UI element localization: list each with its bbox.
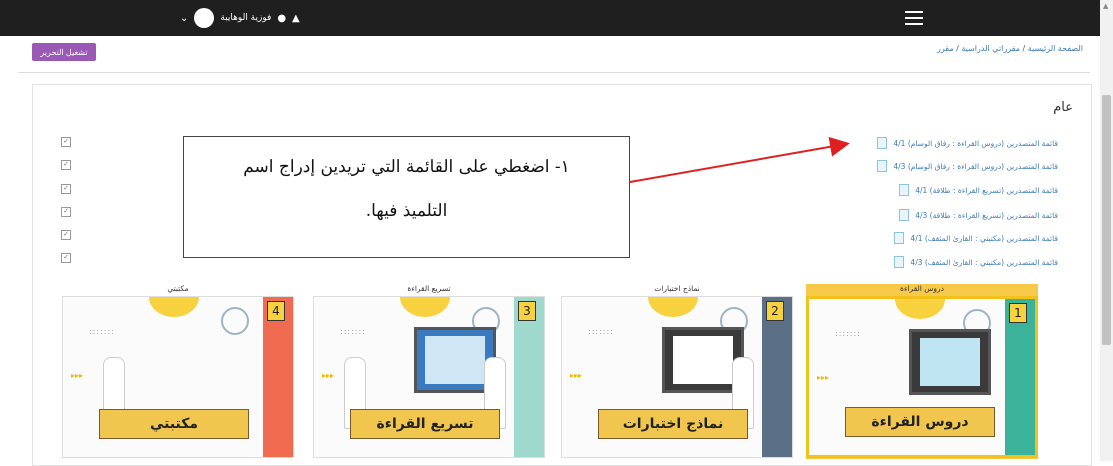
avatar[interactable] xyxy=(194,8,215,28)
divider xyxy=(18,72,1090,73)
tile-image[interactable]: 1 ::::::: ▸▸▸ دروس القراءة xyxy=(806,296,1038,458)
tile-image[interactable]: 2 ::::::: ▸▸▸ نماذج اختبارات xyxy=(561,296,793,458)
course-tile-my-library[interactable]: مكتبتي 4 ::::::: ▸▸▸ مكتبتي xyxy=(62,284,294,459)
leaderboard-link-label[interactable]: قائمة المتصدرين (تسريع القراءة : طلاقة) … xyxy=(915,186,1058,195)
section-title: عام xyxy=(1053,100,1073,115)
callout-line-1: ١- اضغطي على القائمة التي تريدين إدراج ا… xyxy=(243,157,570,177)
page-icon xyxy=(877,160,888,172)
leaderboard-link[interactable]: قائمة المتصدرين (مكتبتي : القارئ المثقف)… xyxy=(894,256,1058,268)
breadcrumb-separator: / xyxy=(1020,44,1028,53)
leaderboard-link-label[interactable]: قائمة المتصدرين (دروس القراءة : رفاق الو… xyxy=(893,139,1058,148)
course-tile-reading-lessons[interactable]: دروس القراءة 1 ::::::: ▸▸▸ دروس القراءة xyxy=(806,284,1038,459)
turn-editing-on-button[interactable]: تشغيل التحرير xyxy=(32,43,96,61)
page-icon xyxy=(894,256,905,268)
instruction-callout: ١- اضغطي على القائمة التي تريدين إدراج ا… xyxy=(183,136,630,258)
page-icon xyxy=(899,209,910,221)
tile-title[interactable]: مكتبتي xyxy=(62,284,294,293)
breadcrumb-my-courses[interactable]: مقرراتي الدراسية xyxy=(961,44,1020,53)
leaderboard-link[interactable]: قائمة المتصدرين (دروس القراءة : رفاق الو… xyxy=(877,137,1058,149)
completion-checkbox[interactable]: ✓ xyxy=(61,230,71,240)
tile-image[interactable]: 4 ::::::: ▸▸▸ مكتبتي xyxy=(62,296,294,458)
tile-title[interactable]: نماذج اختبارات xyxy=(561,284,793,293)
tile-plate-text: تسريع القراءة xyxy=(350,409,500,439)
scrollbar-thumb[interactable] xyxy=(1102,95,1111,345)
tile-number: 4 xyxy=(267,301,285,321)
tile-title[interactable]: تسريع القراءة xyxy=(313,284,545,293)
scroll-up-icon[interactable]: ▲ xyxy=(1103,2,1108,10)
leaderboard-link[interactable]: قائمة المتصدرين (تسريع القراءة : طلاقة) … xyxy=(899,209,1058,221)
tile-number: 2 xyxy=(766,301,784,321)
completion-checkbox[interactable]: ✓ xyxy=(61,184,71,194)
leaderboard-link-label[interactable]: قائمة المتصدرين (دروس القراءة : رفاق الو… xyxy=(893,162,1058,171)
page-icon xyxy=(877,137,888,149)
leaderboard-link[interactable]: قائمة المتصدرين (مكتبتي : القارئ المثقف)… xyxy=(894,232,1058,244)
chat-icon[interactable]: ● xyxy=(277,13,286,24)
completion-checkbox[interactable]: ✓ xyxy=(61,253,71,263)
bell-icon[interactable]: ▲ xyxy=(292,13,300,24)
tile-plate-text: نماذج اختبارات xyxy=(598,409,748,439)
leaderboard-link-label[interactable]: قائمة المتصدرين (مكتبتي : القارئ المثقف)… xyxy=(910,234,1058,243)
leaderboard-link-label[interactable]: قائمة المتصدرين (مكتبتي : القارئ المثقف)… xyxy=(910,258,1058,267)
tile-plate-text: دروس القراءة xyxy=(845,407,995,437)
leaderboard-link[interactable]: قائمة المتصدرين (دروس القراءة : رفاق الو… xyxy=(877,160,1058,172)
hamburger-icon[interactable] xyxy=(905,11,923,25)
tile-number: 1 xyxy=(1009,303,1027,323)
course-tile-speed-reading[interactable]: تسريع القراءة 3 ::::::: ▸▸▸ تسريع القراءة xyxy=(313,284,545,459)
tile-image[interactable]: 3 ::::::: ▸▸▸ تسريع القراءة xyxy=(313,296,545,458)
tile-plate-text: مكتبتي xyxy=(99,409,249,439)
leaderboard-link-label[interactable]: قائمة المتصدرين (تسريع القراءة : طلاقة) … xyxy=(915,211,1058,220)
user-name[interactable]: فوزية الوهايبة xyxy=(220,13,271,23)
scrollbar[interactable]: ▲ xyxy=(1100,0,1113,461)
chevron-down-icon[interactable]: ⌄ xyxy=(180,13,188,24)
page-icon xyxy=(899,184,910,196)
completion-checkbox[interactable]: ✓ xyxy=(61,160,71,170)
page-icon xyxy=(894,232,905,244)
top-navbar: ⌄ فوزية الوهايبة ● ▲ xyxy=(0,0,1100,36)
clock-icon xyxy=(221,307,249,335)
breadcrumb-home[interactable]: الصفحة الرئيسية xyxy=(1028,44,1083,53)
breadcrumb-current[interactable]: مقرر xyxy=(937,44,954,53)
course-tile-test-samples[interactable]: نماذج اختبارات 2 ::::::: ▸▸▸ نماذج اختبار… xyxy=(561,284,793,459)
breadcrumb: الصفحة الرئيسية / مقرراتي الدراسية / مقر… xyxy=(937,44,1083,53)
completion-checkbox[interactable]: ✓ xyxy=(61,137,71,147)
tile-title[interactable]: دروس القراءة xyxy=(806,284,1038,293)
tile-number: 3 xyxy=(518,301,536,321)
callout-line-2: التلميذ فيها. xyxy=(365,201,448,221)
user-menu[interactable]: ⌄ فوزية الوهايبة ● ▲ xyxy=(180,8,300,28)
completion-checkbox[interactable]: ✓ xyxy=(61,207,71,217)
leaderboard-link[interactable]: قائمة المتصدرين (تسريع القراءة : طلاقة) … xyxy=(899,184,1058,196)
